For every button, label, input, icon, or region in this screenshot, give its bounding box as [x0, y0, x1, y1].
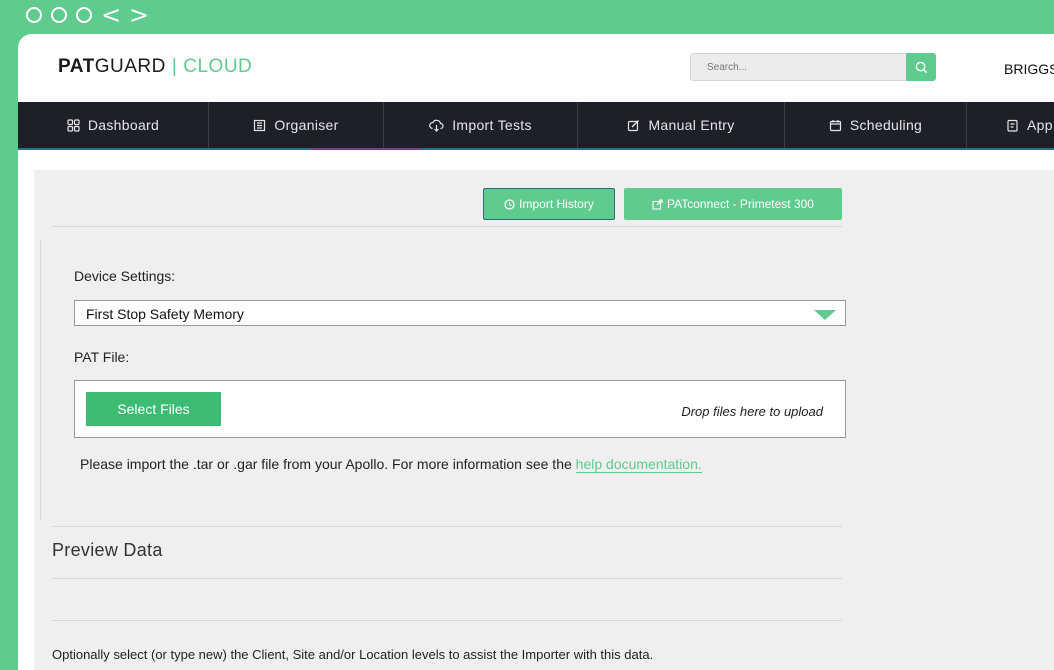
- dropdown-arrow-icon[interactable]: [814, 310, 836, 320]
- browser-chrome: < >: [0, 0, 1054, 34]
- window-close-dot[interactable]: [26, 7, 42, 23]
- file-drop-zone[interactable]: Select Files Drop files here to upload: [74, 380, 846, 438]
- select-files-button[interactable]: Select Files: [86, 392, 221, 426]
- app-header: PATGUARD|CLOUD BRIGGS: [18, 34, 1054, 102]
- patconnect-button[interactable]: PATconnect - Primetest 300: [624, 188, 842, 220]
- preview-divider-top: [52, 526, 842, 527]
- app-window: PATGUARD|CLOUD BRIGGS Dashboard: [18, 34, 1054, 670]
- drop-files-hint: Drop files here to upload: [681, 404, 823, 419]
- window-minimize-dot[interactable]: [51, 7, 67, 23]
- help-text: Please import the .tar or .gar file from…: [80, 456, 702, 473]
- nav-scheduling[interactable]: Scheduling: [785, 102, 967, 148]
- preview-data-title: Preview Data: [52, 540, 163, 560]
- preview-divider-bottom: [52, 578, 842, 579]
- cloud-download-icon: [429, 119, 444, 132]
- external-link-icon: [652, 198, 663, 210]
- nav-dashboard[interactable]: Dashboard: [18, 102, 209, 148]
- edit-icon: [628, 119, 640, 131]
- window-maximize-dot[interactable]: [76, 7, 92, 23]
- nav-active-indicator: [310, 148, 420, 150]
- search-input[interactable]: [690, 53, 906, 81]
- building-icon: [254, 119, 266, 131]
- nav-import-tests[interactable]: Import Tests: [384, 102, 578, 148]
- forward-arrow-icon[interactable]: >: [129, 2, 149, 28]
- device-settings-select[interactable]: First Stop Safety Memory: [74, 300, 846, 326]
- calendar-icon: [829, 119, 841, 131]
- import-history-button[interactable]: Import History: [483, 188, 615, 220]
- clipboard-icon: [1007, 119, 1018, 132]
- search-bar: [690, 53, 936, 81]
- import-content: Import History PATconnect - Primetest 30…: [34, 170, 1054, 670]
- grid-icon: [67, 118, 80, 132]
- search-icon: [915, 61, 927, 73]
- nav-organiser[interactable]: Organiser: [209, 102, 384, 148]
- device-settings-label: Device Settings:: [74, 268, 176, 284]
- user-menu[interactable]: BRIGGS: [1004, 61, 1054, 77]
- nav-manual-entry[interactable]: Manual Entry: [578, 102, 785, 148]
- nav-app[interactable]: App: [967, 102, 1054, 148]
- main-nav: Dashboard Organiser Import Tests Manual …: [18, 102, 1054, 150]
- back-arrow-icon[interactable]: <: [101, 2, 121, 28]
- clock-icon: [504, 198, 515, 210]
- pat-file-label: PAT File:: [74, 349, 130, 365]
- preview-divider-lower: [52, 620, 842, 621]
- toolbar-divider: [52, 226, 842, 227]
- search-button[interactable]: [906, 53, 936, 81]
- app-logo[interactable]: PATGUARD | CLOUD: [58, 56, 252, 78]
- help-documentation-link[interactable]: help documentation.: [575, 456, 702, 473]
- importer-hint-text: Optionally select (or type new) the Clie…: [52, 647, 654, 662]
